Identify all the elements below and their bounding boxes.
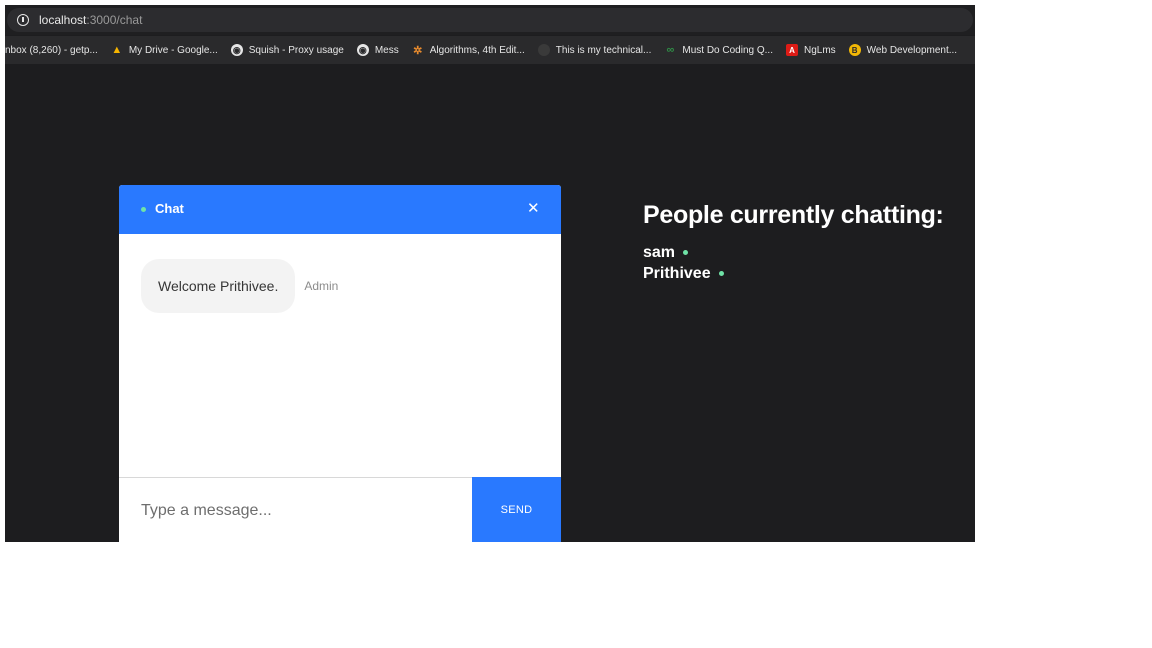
chat-window: Chat ✕ Welcome Prithivee. Admin SEND: [119, 185, 561, 542]
algorithms-icon: ✲: [413, 44, 423, 57]
address-bar: localhost:3000/chat: [5, 5, 975, 35]
bookmarks-bar: nbox (8,260) - getp... ▲ My Drive - Google…: [5, 36, 975, 64]
user-name: Prithivee: [643, 265, 711, 282]
bookmark-item[interactable]: ◉ Squish - Proxy usage: [230, 44, 344, 56]
globe-icon: ◉: [230, 44, 243, 56]
people-heading: People currently chatting:: [643, 201, 944, 229]
bookmark-label: Web Development...: [866, 44, 958, 56]
bookmark-label: This is my technical...: [555, 44, 652, 56]
bookmark-label: Squish - Proxy usage: [248, 44, 344, 56]
user-name: sam: [643, 244, 676, 261]
url-box[interactable]: localhost:3000/chat: [7, 8, 973, 32]
bookmark-item[interactable]: nbox (8,260) - getp...: [5, 45, 98, 56]
bookmark-label: nbox (8,260) - getp...: [5, 44, 98, 56]
bookmark-item[interactable]: ∞ Must Do Coding Q...: [664, 44, 773, 56]
bookmark-item[interactable]: This is my technical...: [537, 44, 652, 56]
chat-header: Chat ✕: [119, 185, 561, 234]
bookmark-label: NgLms: [803, 44, 836, 56]
url-path: :3000/chat: [86, 13, 143, 27]
message-composer: SEND: [119, 477, 561, 542]
user-item: sam: [643, 242, 944, 263]
browser-screen: localhost:3000/chat nbox (8,260) - getp.…: [5, 5, 975, 542]
bookmark-label: Must Do Coding Q...: [682, 44, 773, 56]
bookmark-badge-icon: B: [848, 44, 861, 56]
bookmark-label: Mess: [374, 44, 399, 56]
user-item: Prithivee: [643, 263, 944, 284]
chat-title: Chat: [155, 201, 184, 216]
online-status-dot: [141, 207, 146, 212]
message-bubble: Welcome Prithivee.: [141, 259, 296, 313]
globe-icon: ◉: [356, 44, 369, 56]
bookmark-label: My Drive - Google...: [128, 44, 218, 56]
google-drive-icon: ▲: [111, 44, 123, 56]
url-host: localhost: [39, 13, 87, 27]
close-icon[interactable]: ✕: [527, 200, 540, 218]
info-icon[interactable]: [17, 14, 29, 26]
message-item: Welcome Prithivee. Admin: [141, 259, 338, 313]
bookmark-label: Algorithms, 4th Edit...: [429, 44, 525, 56]
bookmark-item[interactable]: ▲ My Drive - Google...: [111, 44, 218, 56]
message-list: Welcome Prithivee. Admin: [119, 234, 561, 477]
message-sender: Admin: [304, 279, 339, 293]
bookmark-item[interactable]: ◉ Mess: [356, 44, 399, 56]
message-input[interactable]: [119, 478, 472, 542]
send-button[interactable]: SEND: [472, 477, 561, 542]
github-icon: [537, 44, 550, 56]
bookmark-item[interactable]: B Web Development...: [848, 44, 958, 56]
angular-icon: A: [785, 44, 798, 56]
online-indicator-icon: [683, 250, 689, 255]
bookmark-item[interactable]: A NgLms: [785, 44, 836, 56]
url-text[interactable]: localhost:3000/chat: [39, 13, 142, 27]
bookmark-item[interactable]: ✲ Algorithms, 4th Edit...: [412, 44, 525, 57]
online-indicator-icon: [718, 271, 724, 276]
people-panel: People currently chatting: sam Prithivee: [643, 201, 944, 284]
geeksforgeeks-icon: ∞: [666, 44, 675, 56]
